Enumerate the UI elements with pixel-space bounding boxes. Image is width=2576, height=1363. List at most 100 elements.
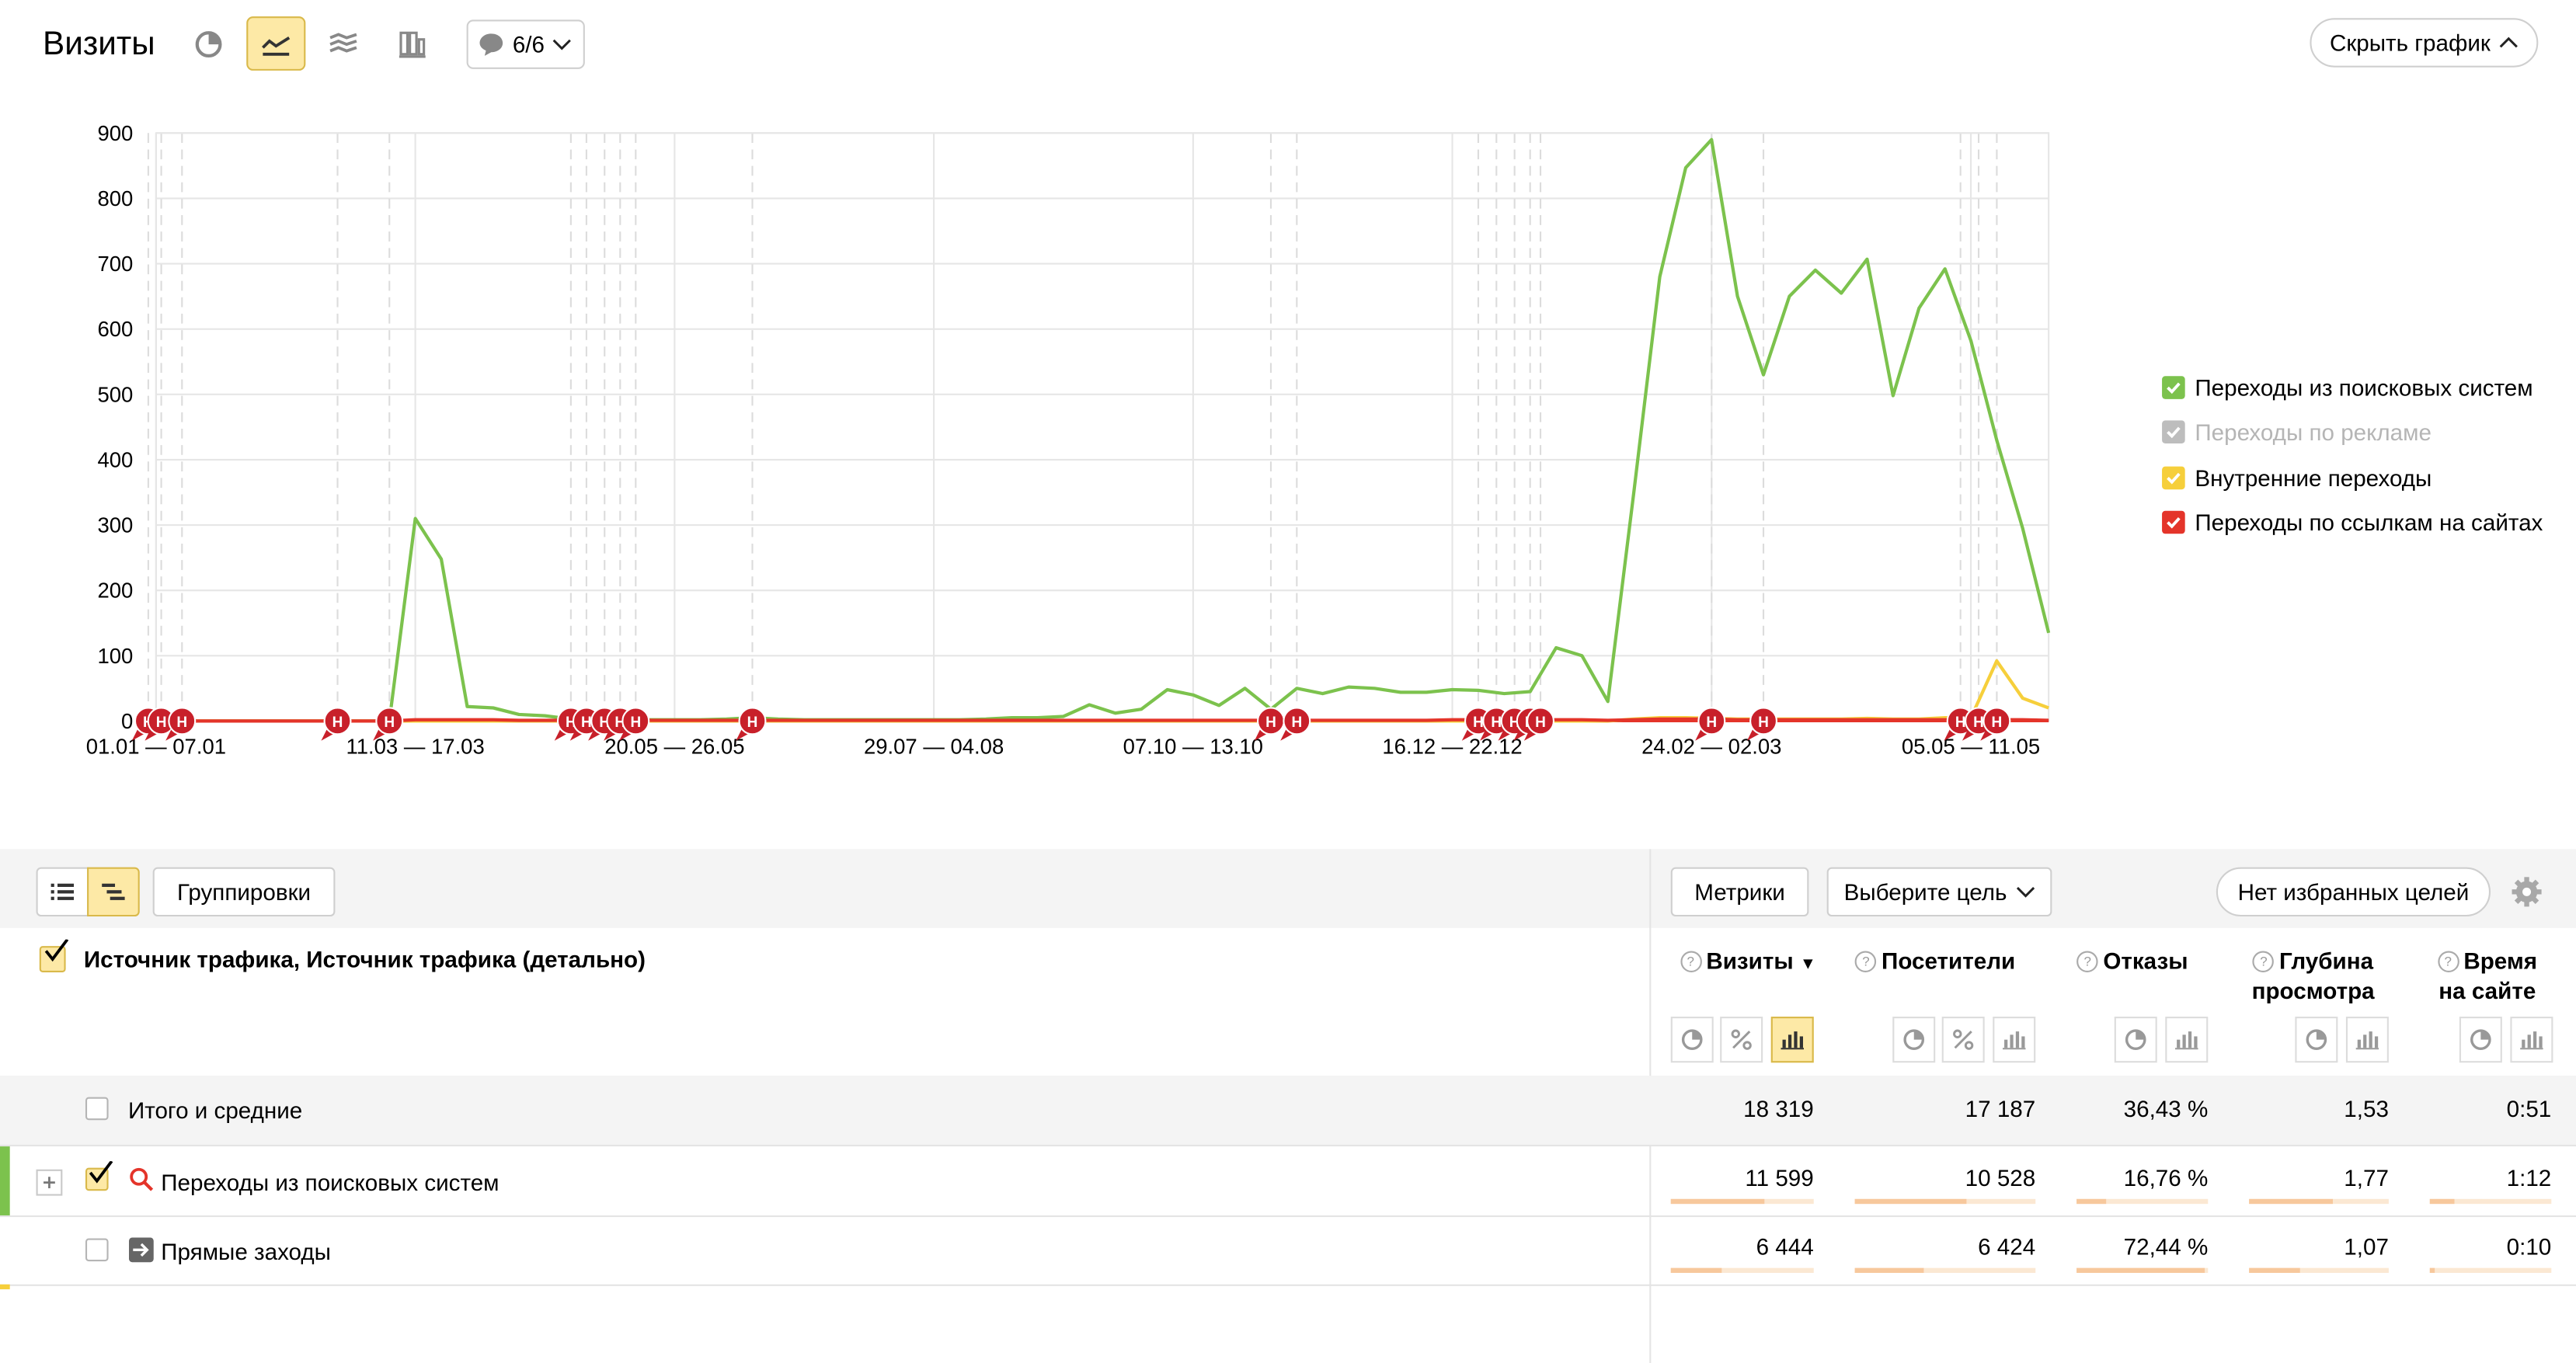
column-header-visits[interactable]: ? Визиты ▼ [1666, 946, 1829, 980]
annotation-marker-label: Н [1491, 715, 1502, 731]
annotation-marker-label: Н [1535, 715, 1546, 731]
annotations-dropdown[interactable]: 6/6 [466, 19, 585, 69]
pie-view-button[interactable] [1670, 1017, 1714, 1063]
hide-chart-label: Скрыть график [2329, 30, 2491, 56]
pie-chart-icon [2306, 1029, 2327, 1050]
pie-view-button[interactable] [1892, 1017, 1936, 1063]
legend-item-ads[interactable]: Переходы по рекламе [2162, 410, 2543, 455]
sort-desc-icon: ▼ [1799, 955, 1816, 975]
x-tick-label: 05.05 — 11.05 [1902, 735, 2040, 759]
area-chart-icon [329, 33, 357, 53]
value-bar-fill [2429, 1267, 2435, 1273]
column-header-visitors[interactable]: ? Посетители [1843, 946, 2028, 975]
groupings-button[interactable]: Группировки [152, 867, 336, 917]
bar-chart-icon [2355, 1031, 2379, 1050]
legend-checkbox-internal[interactable] [2162, 466, 2185, 489]
percent-view-button[interactable] [1720, 1017, 1763, 1063]
percent-view-button[interactable] [1941, 1017, 1985, 1063]
legend-checkbox-links[interactable] [2162, 511, 2185, 534]
metrics-button[interactable]: Метрики [1670, 867, 1809, 917]
help-icon[interactable]: ? [2076, 951, 2098, 972]
expand-button[interactable] [36, 1169, 63, 1196]
row-checkbox[interactable] [85, 1097, 109, 1121]
settings-button[interactable] [2510, 875, 2543, 916]
help-icon[interactable]: ? [1855, 951, 1877, 972]
y-tick-label: 600 [97, 317, 133, 341]
legend-label: Переходы по рекламе [2195, 419, 2432, 446]
legend-item-links[interactable]: Переходы по ссылкам на сайтах [2162, 500, 2543, 545]
tree-view-button[interactable] [87, 867, 140, 917]
annotation-marker-label: Н [747, 715, 758, 731]
y-tick-label: 800 [97, 186, 133, 210]
help-icon[interactable]: ? [2253, 951, 2275, 972]
pie-view-button[interactable] [2295, 1017, 2338, 1063]
favorite-goals-button[interactable]: Нет избранных целей [2216, 867, 2491, 917]
hide-chart-button[interactable]: Скрыть график [2310, 18, 2539, 68]
comment-icon [479, 33, 503, 56]
annotation-marker-label: Н [1291, 715, 1302, 731]
bar-view-button[interactable] [1770, 1017, 1814, 1063]
list-view-button[interactable] [36, 867, 89, 917]
check-icon [2167, 472, 2181, 484]
value-bar-fill [2429, 1198, 2455, 1205]
bar-view-button[interactable] [1993, 1017, 2036, 1063]
row-checkbox[interactable] [85, 1161, 113, 1191]
goal-dropdown-label: Выберите цель [1843, 878, 2007, 906]
area-chart-button[interactable] [315, 18, 371, 71]
row-label[interactable]: Прямые заходы [161, 1239, 331, 1265]
x-tick-label: 11.03 — 17.03 [346, 735, 484, 759]
value-bar-track [1670, 1198, 1814, 1205]
value-bar-fill [2249, 1198, 2334, 1205]
pie-view-button[interactable] [2459, 1017, 2502, 1063]
chevron-down-icon [553, 39, 572, 50]
bar-view-button[interactable] [2345, 1017, 2389, 1063]
plot-border [155, 132, 2050, 722]
column-header-time[interactable]: ? Время на сайте [2421, 946, 2553, 1005]
column-header-bounces[interactable]: ? Отказы [2066, 946, 2198, 975]
y-tick-label: 900 [97, 121, 133, 145]
goal-dropdown[interactable]: Выберите цель [1826, 867, 2052, 917]
bar-chart-button[interactable] [385, 18, 440, 71]
legend-checkbox-ads[interactable] [2162, 420, 2185, 444]
annotation-marker-label: Н [1973, 715, 1984, 731]
line-chart-button[interactable] [246, 16, 306, 71]
page-title: Визиты [42, 26, 155, 63]
chevron-up-icon [2499, 37, 2518, 48]
annotation-marker-label: Н [1473, 715, 1484, 731]
line-chart-icon [262, 35, 291, 55]
help-icon[interactable]: ? [2437, 951, 2459, 972]
help-icon[interactable]: ? [1680, 951, 1701, 972]
row-label[interactable]: Переходы из поисковых систем [161, 1170, 499, 1196]
pie-chart-button[interactable] [181, 18, 237, 71]
x-tick-label: 29.07 — 04.08 [864, 735, 1004, 759]
annotation-marker-label: Н [1706, 715, 1717, 731]
annotation-marker-label: Н [581, 715, 592, 731]
y-tick-label: 0 [121, 709, 133, 733]
value-bar-fill [1670, 1267, 1722, 1273]
app: Визиты 6/6 Скрыть график 0 100 200 300 4… [0, 0, 2576, 1363]
annotations-count: 6/6 [512, 31, 545, 58]
legend-checkbox-search[interactable] [2162, 375, 2185, 399]
check-icon [89, 1161, 113, 1184]
value-bar-fill [2076, 1198, 2107, 1205]
divider [0, 1284, 2576, 1286]
bar-view-button[interactable] [2510, 1017, 2553, 1063]
x-tick-label: 24.02 — 02.03 [1641, 735, 1781, 759]
annotation-marker-label: Н [156, 715, 167, 731]
row-checkbox[interactable] [85, 1238, 109, 1262]
value-bar-track [1854, 1198, 2036, 1205]
percent-icon [1953, 1029, 1974, 1050]
value-bar-track [1670, 1267, 1814, 1273]
check-icon [2167, 427, 2181, 439]
x-axis: 01.01 — 07.01 11.03 — 17.03 20.05 — 26.05 2… [86, 735, 2040, 759]
column-header-depth[interactable]: ? Глубина просмотра [2237, 946, 2389, 1005]
y-tick-label: 300 [97, 513, 133, 537]
bar-view-button[interactable] [2165, 1017, 2209, 1063]
chart-legend: Переходы из поисковых систем Переходы по… [2162, 364, 2543, 545]
legend-item-search[interactable]: Переходы из поисковых систем [2162, 364, 2543, 409]
bar-chart-icon [2002, 1031, 2026, 1050]
select-all-checkbox[interactable] [39, 939, 69, 972]
pie-view-button[interactable] [2114, 1017, 2157, 1063]
legend-item-internal[interactable]: Внутренние переходы [2162, 455, 2543, 500]
plus-icon [44, 1177, 55, 1189]
